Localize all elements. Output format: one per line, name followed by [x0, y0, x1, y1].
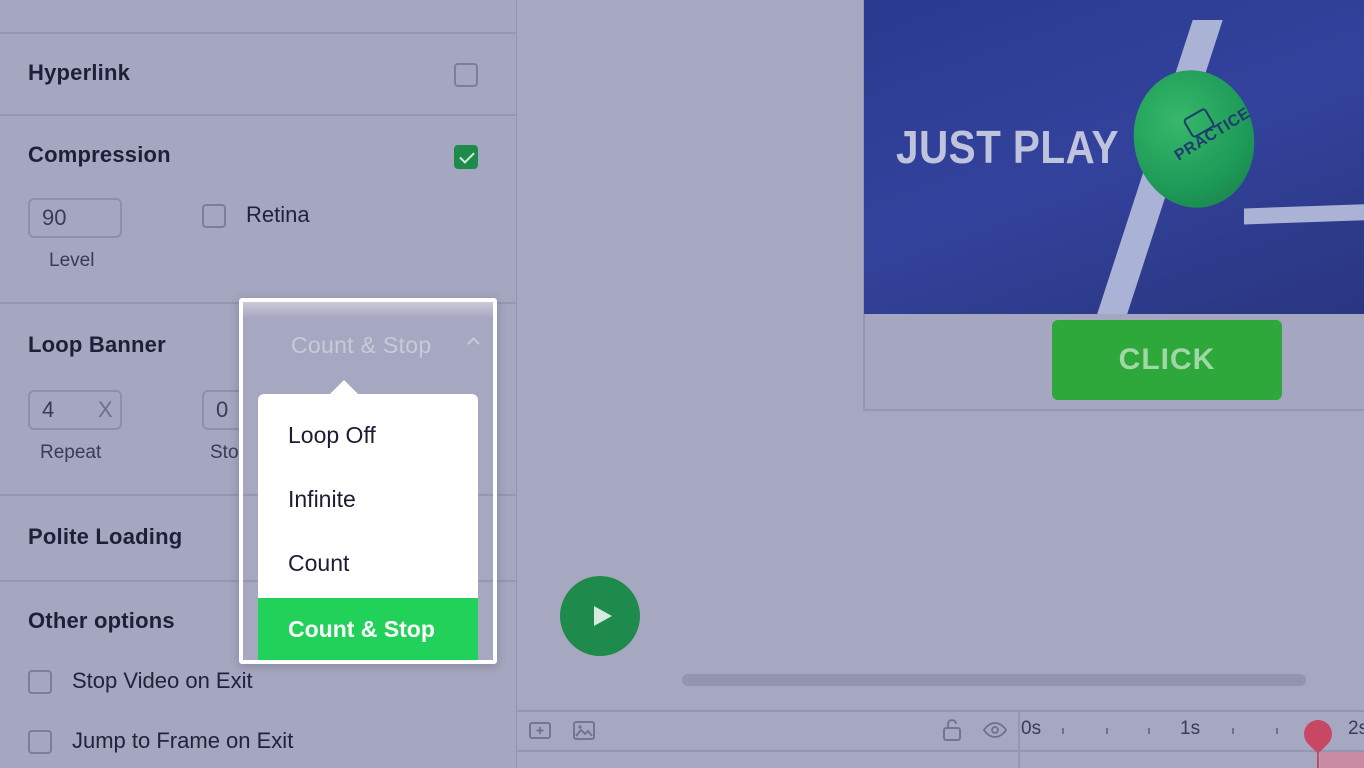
dropdown-caret	[330, 380, 358, 394]
dropdown-option-count[interactable]: Count	[258, 532, 478, 594]
repeat-suffix: X	[98, 397, 113, 422]
play-button[interactable]	[560, 576, 640, 656]
jump-frame-checkbox[interactable]	[28, 730, 52, 754]
hyperlink-title: Hyperlink	[28, 60, 131, 85]
dropdown-option-infinite[interactable]: Infinite	[258, 468, 478, 530]
add-image-icon[interactable]	[572, 718, 596, 742]
horizontal-scrollbar[interactable]	[682, 674, 1306, 686]
timeline-divider	[1018, 710, 1020, 768]
repeat-input[interactable]: 4 X	[28, 390, 122, 430]
hyperlink-checkbox[interactable]	[454, 63, 478, 87]
dropdown-option-count-and-stop[interactable]: Count & Stop	[258, 598, 478, 660]
playhead-line	[1317, 740, 1319, 768]
retina-label: Retina	[246, 202, 310, 227]
level-label: Level	[49, 250, 95, 271]
tick	[1106, 728, 1108, 734]
repeat-label: Repeat	[40, 442, 102, 463]
other-options-title: Other options	[28, 608, 175, 633]
tick-label-1s: 1s	[1180, 718, 1201, 739]
dropdown-selected-value[interactable]: Count & Stop	[291, 332, 431, 359]
compression-title: Compression	[28, 142, 171, 167]
hyperlink-section: Hyperlink	[0, 32, 516, 116]
compression-checkbox[interactable]	[454, 145, 478, 169]
add-folder-icon[interactable]	[528, 718, 552, 742]
tick	[1062, 728, 1064, 734]
tick	[1276, 728, 1278, 734]
stop-video-checkbox[interactable]	[28, 670, 52, 694]
compression-level-input[interactable]: 90	[28, 198, 122, 238]
chevron-up-icon[interactable]	[467, 337, 480, 350]
court-line	[1244, 203, 1364, 225]
unlock-icon[interactable]	[940, 718, 964, 742]
timeline-keyframe-block[interactable]	[1320, 752, 1364, 768]
tick	[1148, 728, 1150, 734]
cta-button[interactable]: CLICK	[1052, 320, 1282, 400]
tick	[1232, 728, 1234, 734]
compression-section: Compression 90 Level Retina	[0, 114, 516, 304]
repeat-value: 4	[42, 397, 55, 422]
dropdown-option-loop-off[interactable]: Loop Off	[258, 404, 478, 466]
tick-label-2s: 2s	[1348, 718, 1364, 739]
loop-banner-title: Loop Banner	[28, 332, 166, 357]
eye-icon[interactable]	[983, 718, 1007, 742]
jump-frame-label: Jump to Frame on Exit	[72, 728, 294, 753]
dropdown-menu: Loop Off Infinite Count Count & Stop	[258, 394, 478, 660]
stop-video-label: Stop Video on Exit	[72, 668, 253, 693]
retina-checkbox[interactable]	[202, 204, 226, 228]
tick-label-0s: 0s	[1021, 718, 1042, 739]
polite-loading-title: Polite Loading	[28, 524, 183, 549]
banner-headline[interactable]: JUST PLAY	[896, 120, 1119, 174]
dropdown-shade	[243, 302, 493, 318]
